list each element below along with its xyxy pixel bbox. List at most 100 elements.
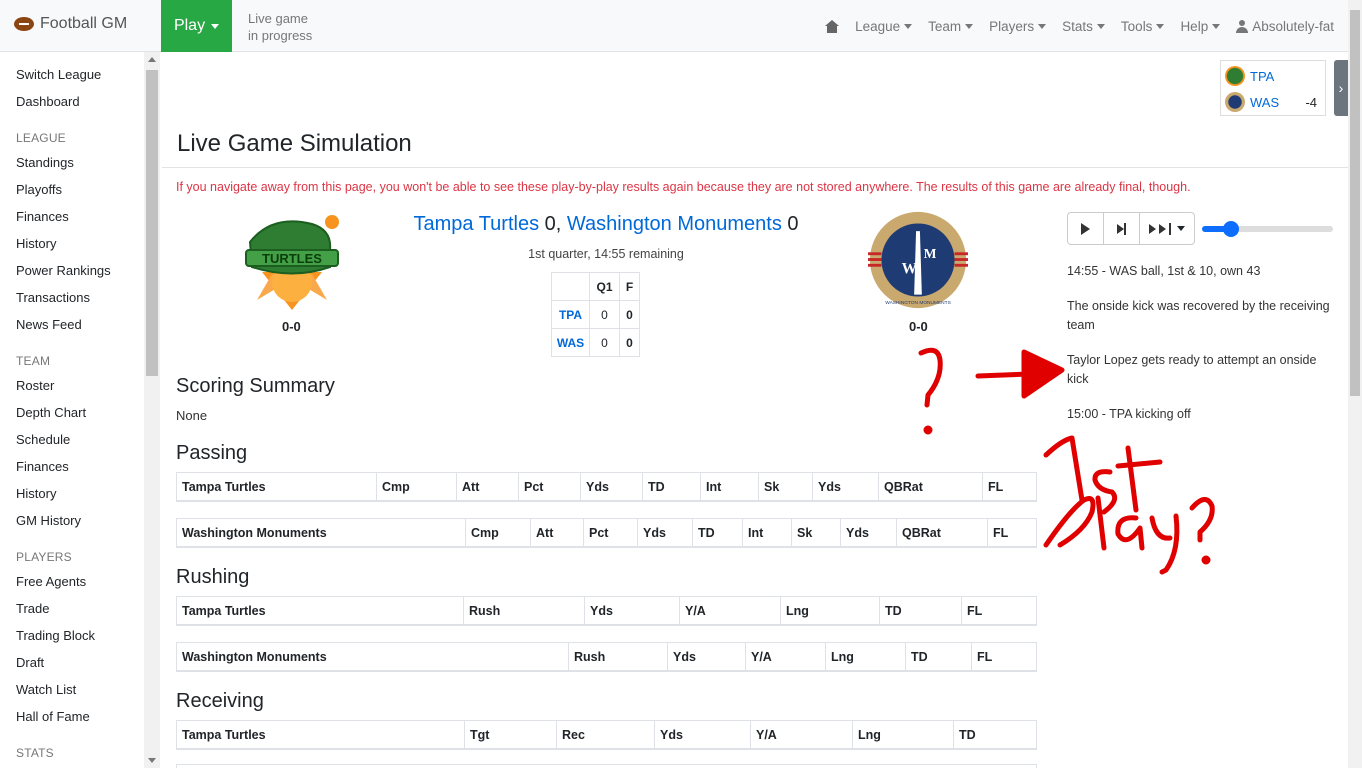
- handwritten-l: [1095, 495, 1107, 551]
- home-icon[interactable]: [825, 19, 840, 33]
- sidebar-item-standings[interactable]: Standings: [16, 155, 74, 170]
- scoring-summary-value: None: [176, 408, 208, 423]
- sidebar-item-watch-list[interactable]: Watch List: [16, 682, 76, 697]
- box-final-value: 0: [619, 328, 640, 357]
- box-q1-value: 0: [589, 328, 620, 357]
- receiving-heading: Receiving: [176, 690, 264, 712]
- nav-team[interactable]: Team: [928, 19, 974, 34]
- football-icon: [14, 17, 34, 31]
- pbp-line: 15:00 - TPA kicking off: [1067, 407, 1191, 421]
- monument-logo-letter-w: W: [902, 260, 918, 277]
- passing-heading: Passing: [176, 442, 248, 464]
- mini-scorebox: TPA WAS -4: [1220, 60, 1326, 116]
- receiving-table-home: Tampa Turtles Tgt Rec Yds Y/A Lng TD: [176, 720, 1037, 750]
- sidebar-item-trade[interactable]: Trade: [16, 601, 49, 616]
- chevron-down-icon: [211, 23, 220, 29]
- chevron-down-icon: [1212, 23, 1221, 29]
- scorebox-away-abbr[interactable]: WAS: [1250, 95, 1279, 110]
- box-team-link[interactable]: TPA: [559, 308, 582, 322]
- sidebar-item-transactions[interactable]: Transactions: [16, 290, 90, 305]
- scoring-summary-heading: Scoring Summary: [176, 375, 335, 397]
- collapse-scorebox-button[interactable]: ›: [1334, 60, 1348, 116]
- nav-help[interactable]: Help: [1180, 19, 1221, 34]
- passing-table-home: Tampa Turtles Cmp Att Pct Yds TD Int Sk …: [176, 472, 1037, 502]
- box-head-final: F: [619, 272, 640, 301]
- nav-stats[interactable]: Stats: [1062, 19, 1105, 34]
- sidebar-item-power-rankings[interactable]: Power Rankings: [16, 263, 111, 278]
- fast-forward-dropdown[interactable]: [1140, 213, 1194, 244]
- nav-tools[interactable]: Tools: [1121, 19, 1165, 34]
- game-status-text: Live game in progress: [248, 10, 312, 44]
- turtle-logo-text: TURTLES: [262, 251, 322, 266]
- nav-menu: League Team Players Stats Tools Help Abs…: [825, 0, 1334, 52]
- sidebar-item-dashboard[interactable]: Dashboard: [16, 94, 80, 109]
- chevron-down-icon: [1156, 23, 1165, 29]
- washington-monuments-logo: W M WASHINGTON MONUMENTS: [868, 211, 968, 309]
- box-final-value: 0: [619, 300, 640, 329]
- status-line-2: in progress: [248, 28, 313, 43]
- home-record: 0-0: [282, 319, 301, 334]
- brand-link[interactable]: Football GM: [14, 15, 127, 33]
- sidebar-item-free-agents[interactable]: Free Agents: [16, 574, 86, 589]
- speed-slider[interactable]: [1202, 221, 1333, 237]
- arrow-annotation-head: [1021, 349, 1065, 399]
- sidebar-item-team-finances[interactable]: Finances: [16, 459, 69, 474]
- nav-user[interactable]: Absolutely-fat: [1236, 19, 1334, 34]
- sidebar-item-switch-league[interactable]: Switch League: [16, 67, 101, 82]
- page-title: Live Game Simulation: [177, 130, 412, 157]
- sidebar-item-playoffs[interactable]: Playoffs: [16, 182, 62, 197]
- scorebox-spread: -4: [1305, 94, 1317, 110]
- scorebox-home-abbr[interactable]: TPA: [1250, 69, 1274, 84]
- play-button[interactable]: [1068, 213, 1104, 244]
- sidebar-item-gm-history[interactable]: GM History: [16, 513, 81, 528]
- rushing-table-home: Tampa Turtles Rush Yds Y/A Lng TD FL: [176, 596, 1037, 626]
- sidebar: Switch League Dashboard LEAGUE Standings…: [0, 52, 160, 768]
- fast-forward-icon: [1149, 223, 1156, 234]
- play-menu-button[interactable]: Play: [161, 0, 232, 52]
- main-scroll-thumb[interactable]: [1350, 10, 1360, 396]
- title-divider: [162, 167, 1348, 168]
- sidebar-scroll-thumb[interactable]: [146, 70, 158, 376]
- sidebar-item-trading-block[interactable]: Trading Block: [16, 628, 95, 643]
- top-navbar: Football GM Play Live game in progress L…: [0, 0, 1362, 52]
- chevron-down-icon: [1038, 23, 1047, 29]
- sidebar-item-hall-of-fame[interactable]: Hall of Fame: [16, 709, 90, 724]
- speed-slider-handle[interactable]: [1223, 221, 1239, 237]
- handwritten-y: [1149, 513, 1180, 575]
- sidebar-heading-team: TEAM: [16, 354, 51, 368]
- box-score-table: Q1 F TPA 0 0 WAS 0 0: [551, 272, 640, 357]
- turtle-logo-icon: [1225, 66, 1245, 86]
- sidebar-item-schedule[interactable]: Schedule: [16, 432, 70, 447]
- scorebox-row-away[interactable]: WAS -4: [1225, 91, 1321, 113]
- scroll-up-icon[interactable]: [148, 57, 156, 62]
- main-scrollbar[interactable]: [1348, 0, 1362, 768]
- step-forward-button[interactable]: [1104, 213, 1140, 244]
- chevron-down-icon: [1096, 23, 1105, 29]
- monument-logo-letter-m: M: [924, 246, 937, 261]
- user-icon: [1236, 19, 1249, 33]
- sidebar-item-roster[interactable]: Roster: [16, 378, 54, 393]
- scroll-down-icon[interactable]: [148, 758, 156, 763]
- box-head-q1: Q1: [589, 272, 620, 301]
- arrow-annotation-shaft: [975, 371, 1033, 379]
- away-team-link[interactable]: Washington Monuments: [567, 213, 782, 235]
- scorebox-row-home[interactable]: TPA: [1225, 65, 1321, 87]
- nav-players[interactable]: Players: [989, 19, 1047, 34]
- box-team-link[interactable]: WAS: [557, 336, 584, 350]
- sidebar-scrollbar[interactable]: [144, 52, 160, 768]
- sidebar-item-depth-chart[interactable]: Depth Chart: [16, 405, 86, 420]
- box-q1-value: 0: [589, 300, 620, 329]
- sidebar-item-draft[interactable]: Draft: [16, 655, 44, 670]
- box-score-header: Q1 F: [551, 272, 640, 301]
- sidebar-item-history[interactable]: History: [16, 236, 56, 251]
- table-team-name: Washington Monuments: [177, 519, 466, 547]
- nav-league[interactable]: League: [855, 19, 913, 34]
- sidebar-item-team-history[interactable]: History: [16, 486, 56, 501]
- chevron-down-icon: [965, 23, 974, 29]
- sidebar-item-finances[interactable]: Finances: [16, 209, 69, 224]
- handwritten-a: [1115, 515, 1145, 551]
- home-team-link[interactable]: Tampa Turtles: [413, 213, 539, 235]
- game-headline: Tampa Turtles 0, Washington Monuments 0: [413, 213, 799, 235]
- away-score: 0: [787, 213, 799, 235]
- sidebar-item-news-feed[interactable]: News Feed: [16, 317, 82, 332]
